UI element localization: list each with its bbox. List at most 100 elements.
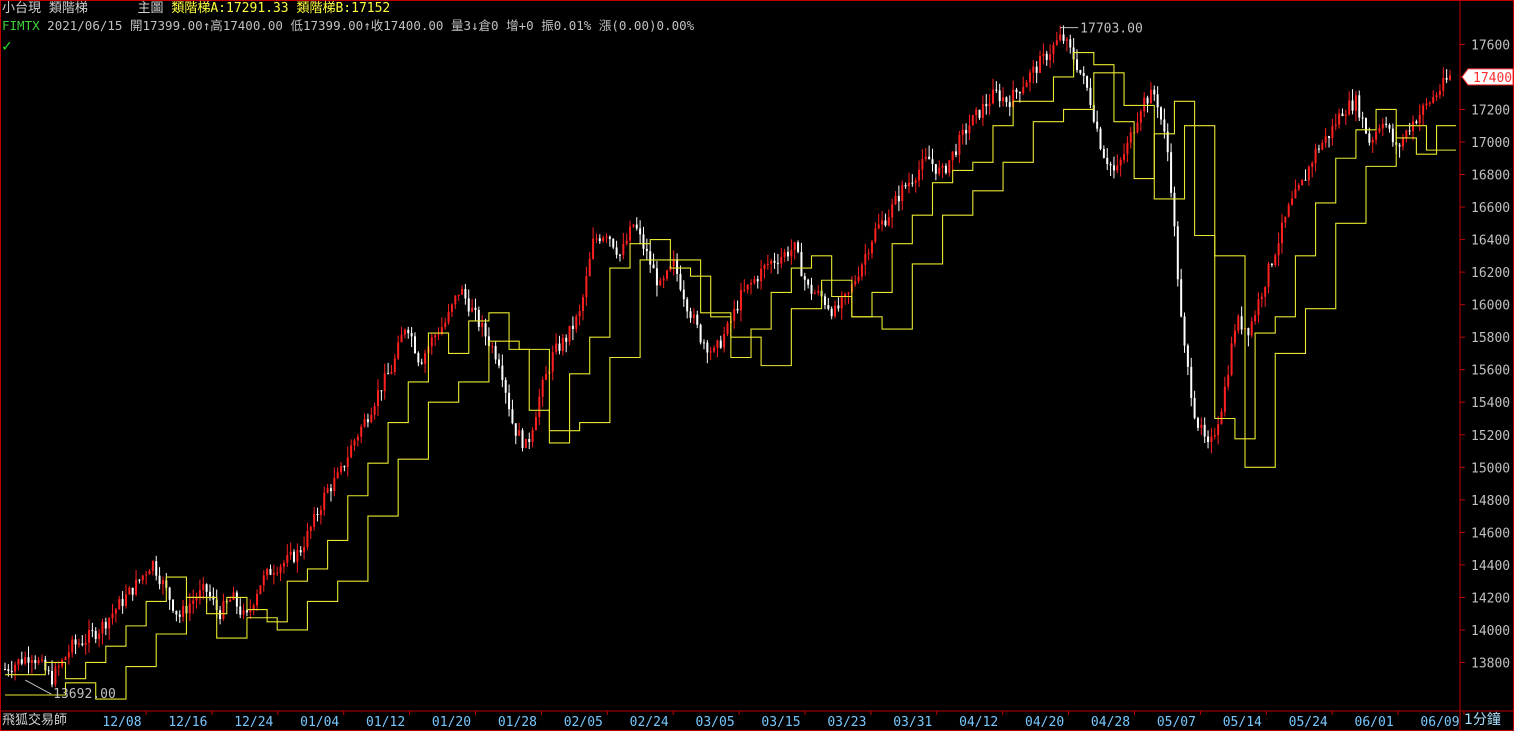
candle-body <box>333 477 336 492</box>
candle-body <box>1062 34 1065 41</box>
candle-body <box>245 610 248 613</box>
candle-body <box>1119 159 1122 166</box>
candle-body <box>108 618 111 629</box>
candle-body <box>1442 77 1445 91</box>
candle-body <box>1237 316 1240 331</box>
candle-body <box>1196 418 1199 428</box>
candle-body <box>1294 189 1297 199</box>
candle-body <box>188 603 191 614</box>
candle-body <box>716 340 719 348</box>
candle-body <box>991 89 994 104</box>
candle-body <box>366 419 369 423</box>
candle-body <box>655 268 658 286</box>
candle-body <box>518 430 521 436</box>
candle-body <box>1240 316 1243 330</box>
price-tick-label: 14600 <box>1471 526 1510 541</box>
candle-body <box>71 639 74 653</box>
price-tick-label: 14400 <box>1471 559 1510 574</box>
candle-body <box>1109 164 1112 166</box>
candle-body <box>252 605 255 610</box>
candle-body <box>1143 97 1146 112</box>
candle-body <box>652 264 655 269</box>
candle-body <box>585 276 588 298</box>
candle-body <box>1035 66 1038 73</box>
candle-body <box>1116 165 1119 171</box>
candle-body <box>736 308 739 311</box>
candle-body <box>988 103 991 107</box>
date-tick-label: 06/09 <box>1420 715 1459 730</box>
candle-body <box>511 409 514 424</box>
candle-body <box>377 390 380 407</box>
candle-body <box>1183 316 1186 346</box>
candle-body <box>1291 198 1294 205</box>
candle-body <box>1408 130 1411 132</box>
candle-body <box>413 336 416 354</box>
candle-body <box>272 572 275 575</box>
candle-body <box>477 309 480 327</box>
candle-body <box>985 104 988 107</box>
candle-body <box>538 396 541 418</box>
price-chart[interactable]: 13800 14000 14200 14400 14600 14800 15000 15200… <box>0 0 1514 731</box>
candle-body <box>1008 102 1011 107</box>
candle-body <box>57 665 60 668</box>
candles <box>4 25 1451 688</box>
chart-window: 13800 14000 14200 14400 14600 14800 15000 15200… <box>0 0 1514 731</box>
quote-row: FIMTX 2021/06/15 開17399.00 ↑ 高17400.00 低17… <box>2 18 694 34</box>
candle-body <box>571 325 574 329</box>
candle-body <box>753 279 756 284</box>
candle-body <box>783 251 786 258</box>
candle-body <box>726 322 729 335</box>
candle-body <box>222 601 225 620</box>
candle-body <box>642 234 645 249</box>
candle-body <box>840 296 843 309</box>
candle-body <box>1385 123 1388 125</box>
candle-body <box>1015 89 1018 93</box>
candle-body <box>575 316 578 329</box>
candle-body <box>1314 148 1317 164</box>
candle-body <box>555 343 558 353</box>
candle-body <box>1166 131 1169 153</box>
candle-body <box>403 329 406 335</box>
candle-body <box>1398 144 1401 147</box>
date-tick-label: 12/24 <box>234 715 273 730</box>
quote-open-interest: 倉0 <box>478 18 499 33</box>
candle-body <box>1415 121 1418 124</box>
candle-body <box>14 664 17 672</box>
candle-body <box>1344 114 1347 117</box>
candle-body <box>968 125 971 134</box>
candle-body <box>269 568 272 575</box>
candle-body <box>897 196 900 202</box>
candle-body <box>521 430 524 449</box>
candle-body <box>1284 216 1287 223</box>
candle-body <box>766 263 769 266</box>
candle-body <box>1210 436 1213 443</box>
candle-body <box>1089 87 1092 106</box>
candle-body <box>864 254 867 265</box>
candle-body <box>595 238 598 240</box>
candle-body <box>867 253 870 255</box>
date-tick-label: 04/20 <box>1025 715 1064 730</box>
candle-body <box>582 297 584 312</box>
candle-body <box>786 251 789 257</box>
candle-body <box>696 314 699 325</box>
timeframe-selector[interactable]: 1分鐘 <box>1464 712 1501 729</box>
candle-body <box>1401 138 1404 147</box>
candle-body <box>1102 148 1105 158</box>
candle-body <box>27 657 30 663</box>
candle-body <box>531 430 534 443</box>
candle-body <box>84 642 87 646</box>
candle-body <box>1418 114 1421 124</box>
last-price-label: 17400 <box>1473 71 1512 86</box>
candle-body <box>1270 263 1273 265</box>
date-tick-label: 03/15 <box>761 715 800 730</box>
candle-body <box>1146 97 1149 104</box>
candle-body <box>911 182 914 184</box>
candle-body <box>356 436 359 441</box>
candle-body <box>887 217 890 226</box>
candle-body <box>1186 345 1189 367</box>
chart-border <box>0 0 1514 731</box>
candle-body <box>343 465 346 468</box>
candle-body <box>504 380 507 393</box>
candle-body <box>51 670 54 685</box>
candle-body <box>823 296 826 306</box>
